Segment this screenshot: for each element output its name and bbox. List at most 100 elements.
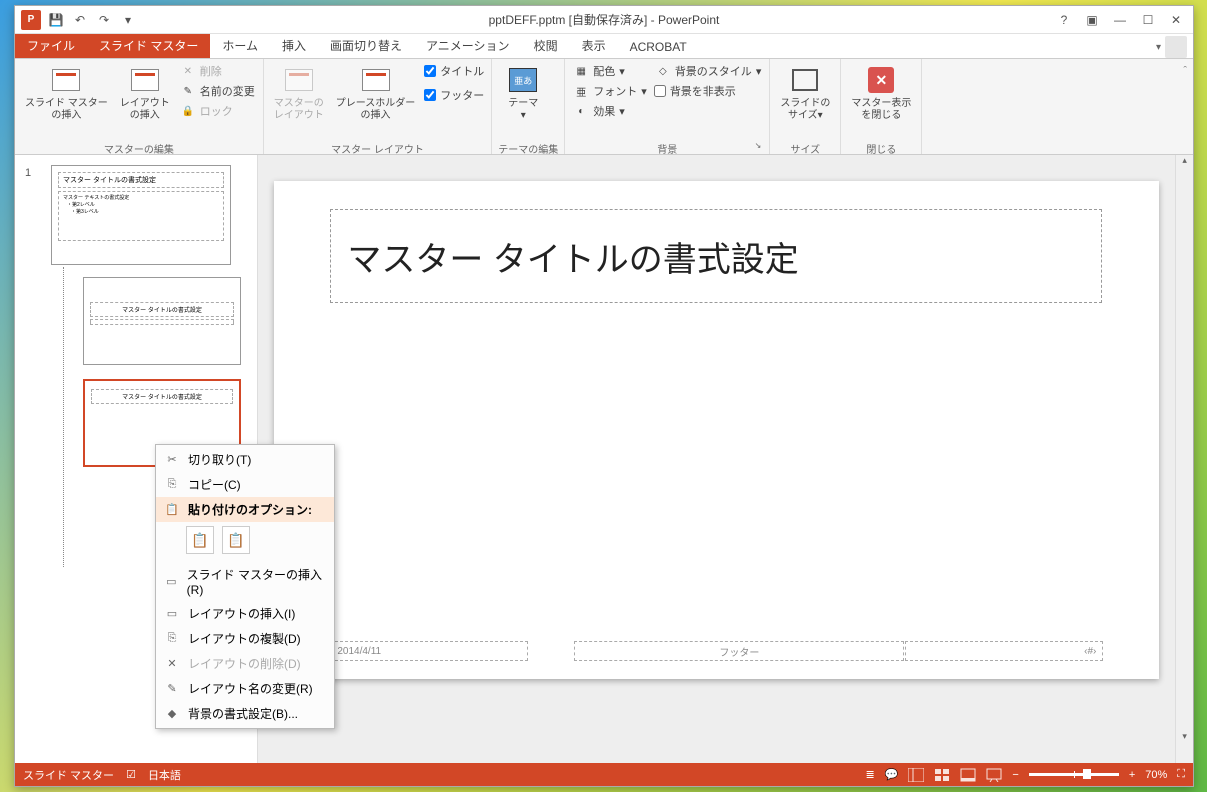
- tab-slide-master[interactable]: スライド マスター: [87, 33, 210, 58]
- cm-copy[interactable]: ⎘コピー(C): [156, 472, 334, 497]
- group-master-layout: マスターの レイアウト プレースホルダー の挿入 タイトル フッター マスター …: [264, 59, 493, 154]
- tab-home[interactable]: ホーム: [210, 33, 270, 58]
- tree-connector: [63, 267, 64, 567]
- maximize-button[interactable]: ☐: [1135, 10, 1161, 30]
- vertical-scrollbar[interactable]: ▴ ▾: [1175, 155, 1193, 763]
- zoom-in-button[interactable]: +: [1129, 769, 1135, 781]
- redo-button[interactable]: ↷: [95, 11, 113, 29]
- title-bar: P 💾 ↶ ↷ ▾ pptDEFF.pptm [自動保存済み] - PowerP…: [15, 6, 1193, 34]
- reading-view-button[interactable]: [960, 768, 976, 782]
- layout-thumbnail-1[interactable]: マスター タイトルの書式設定: [83, 277, 241, 365]
- group-size: スライドの サイズ▾ サイズ: [770, 59, 841, 154]
- copy-icon: ⎘: [164, 477, 180, 493]
- paste-icon: 📋: [164, 502, 180, 518]
- paste-keep-source-button[interactable]: 📋: [222, 526, 250, 554]
- cm-cut[interactable]: ✂切り取り(T): [156, 447, 334, 472]
- status-mode: スライド マスター: [23, 767, 114, 783]
- lock-button: 🔒ロック: [178, 102, 257, 120]
- tab-view[interactable]: 表示: [570, 33, 618, 58]
- tab-acrobat[interactable]: ACROBAT: [618, 36, 699, 58]
- hide-bg-checkbox[interactable]: 背景を非表示: [653, 82, 764, 100]
- notes-button[interactable]: ≣: [865, 768, 874, 781]
- cm-delete-layout: ✕レイアウトの削除(D): [156, 651, 334, 676]
- collapse-ribbon-button[interactable]: ˆ: [1177, 59, 1193, 154]
- cm-paste-options: 📋 📋: [156, 522, 334, 562]
- save-button[interactable]: 💾: [47, 11, 65, 29]
- title-placeholder[interactable]: マスター タイトルの書式設定: [330, 209, 1102, 303]
- group-edit-master: スライド マスター の挿入 レイアウト の挿入 ✕削除 ✎名前の変更 🔒ロック …: [15, 59, 264, 154]
- master-slide-thumbnail[interactable]: マスター タイトルの書式設定 マスター テキストの書式設定 ・第2レベル ・第3…: [51, 165, 231, 265]
- insert-placeholder-button[interactable]: プレースホルダー の挿入: [332, 62, 420, 124]
- insert-slide-master-button[interactable]: スライド マスター の挿入: [21, 62, 112, 124]
- slideshow-view-button[interactable]: [986, 768, 1002, 782]
- close-master-button[interactable]: ✕ マスター表示 を閉じる: [847, 62, 915, 124]
- zoom-out-button[interactable]: −: [1012, 769, 1018, 781]
- rename-button[interactable]: ✎名前の変更: [178, 82, 257, 100]
- scroll-up-button[interactable]: ▴: [1176, 155, 1193, 171]
- cm-insert-layout[interactable]: ▭レイアウトの挿入(I): [156, 601, 334, 626]
- cm-paste-options-header: 📋貼り付けのオプション:: [156, 497, 334, 522]
- qat-dropdown[interactable]: ▾: [119, 11, 137, 29]
- cm-format-background[interactable]: ◆背景の書式設定(B)...: [156, 701, 334, 726]
- powerpoint-icon: P: [21, 10, 41, 30]
- close-button[interactable]: ✕: [1163, 10, 1189, 30]
- collapse-ribbon-icon[interactable]: ▾: [1156, 42, 1161, 53]
- scroll-down-button[interactable]: ▾: [1176, 731, 1193, 747]
- insert-master-icon: ▭: [164, 574, 179, 590]
- tab-file[interactable]: ファイル: [15, 33, 87, 58]
- group-edit-theme: 亜あ テーマ▾ テーマの編集: [492, 59, 565, 154]
- format-bg-icon: ◆: [164, 706, 180, 722]
- group-close: ✕ マスター表示 を閉じる 閉じる: [841, 59, 922, 154]
- fit-to-window-button[interactable]: ⛶: [1177, 768, 1185, 781]
- themes-button[interactable]: 亜あ テーマ▾: [498, 62, 548, 124]
- insert-layout-icon: ▭: [164, 606, 180, 622]
- insert-layout-button[interactable]: レイアウト の挿入: [116, 62, 174, 124]
- slide-editor[interactable]: マスター タイトルの書式設定 2014/4/11 フッター ‹#›: [258, 155, 1175, 763]
- group-background: ▦配色 ▾ 亜フォント ▾ ◐効果 ▾ ◇背景のスタイル ▾ 背景を非表示 背景…: [565, 59, 770, 154]
- cm-rename-layout[interactable]: ✎レイアウト名の変更(R): [156, 676, 334, 701]
- bg-styles-button[interactable]: ◇背景のスタイル ▾: [653, 62, 764, 80]
- slide-number-placeholder[interactable]: ‹#›: [905, 641, 1103, 661]
- tab-insert[interactable]: 挿入: [270, 33, 318, 58]
- help-button[interactable]: ?: [1051, 10, 1077, 30]
- zoom-level[interactable]: 70%: [1145, 769, 1167, 781]
- cut-icon: ✂: [164, 452, 180, 468]
- quick-access-toolbar: P 💾 ↶ ↷ ▾: [15, 10, 137, 30]
- undo-button[interactable]: ↶: [71, 11, 89, 29]
- slide-size-button[interactable]: スライドの サイズ▾: [776, 62, 834, 124]
- title-checkbox[interactable]: タイトル: [423, 62, 485, 80]
- slide-canvas[interactable]: マスター タイトルの書式設定 2014/4/11 フッター ‹#›: [274, 181, 1159, 679]
- tab-review[interactable]: 校閲: [522, 33, 570, 58]
- fonts-button[interactable]: 亜フォント ▾: [571, 82, 649, 100]
- colors-button[interactable]: ▦配色 ▾: [571, 62, 649, 80]
- date-placeholder[interactable]: 2014/4/11: [330, 641, 528, 661]
- bg-dialog-launcher[interactable]: ↘: [755, 141, 762, 150]
- footer-placeholder[interactable]: フッター: [574, 641, 904, 661]
- status-bar: スライド マスター ☑ 日本語 ≣ 💬 − + 70% ⛶: [15, 763, 1193, 786]
- slide-sorter-view-button[interactable]: [934, 768, 950, 782]
- cm-insert-slide-master[interactable]: ▭スライド マスターの挿入(R): [156, 562, 334, 601]
- ribbon-display-button[interactable]: ▣: [1079, 10, 1105, 30]
- ribbon-tabs: ファイル スライド マスター ホーム 挿入 画面切り替え アニメーション 校閲 …: [15, 34, 1193, 59]
- normal-view-button[interactable]: [908, 768, 924, 782]
- paste-dest-theme-button[interactable]: 📋: [186, 526, 214, 554]
- comments-button[interactable]: 💬: [885, 768, 899, 781]
- tab-transitions[interactable]: 画面切り替え: [318, 33, 414, 58]
- window-title: pptDEFF.pptm [自動保存済み] - PowerPoint: [489, 11, 720, 28]
- user-avatar[interactable]: [1165, 36, 1187, 58]
- duplicate-icon: ⎘: [164, 631, 180, 647]
- slide-number-label: 1: [25, 167, 31, 179]
- delete-icon: ✕: [164, 656, 180, 672]
- context-menu: ✂切り取り(T) ⎘コピー(C) 📋貼り付けのオプション: 📋 📋 ▭スライド …: [155, 444, 335, 729]
- delete-button: ✕削除: [178, 62, 257, 80]
- master-layout-button: マスターの レイアウト: [270, 62, 328, 124]
- tab-animations[interactable]: アニメーション: [414, 33, 522, 58]
- footer-checkbox[interactable]: フッター: [423, 86, 485, 104]
- ribbon: スライド マスター の挿入 レイアウト の挿入 ✕削除 ✎名前の変更 🔒ロック …: [15, 59, 1193, 155]
- effects-button[interactable]: ◐効果 ▾: [571, 102, 649, 120]
- zoom-slider[interactable]: [1029, 773, 1119, 776]
- status-language[interactable]: 日本語: [148, 767, 181, 783]
- cm-duplicate-layout[interactable]: ⎘レイアウトの複製(D): [156, 626, 334, 651]
- spell-check-icon[interactable]: ☑: [126, 768, 136, 781]
- minimize-button[interactable]: —: [1107, 10, 1133, 30]
